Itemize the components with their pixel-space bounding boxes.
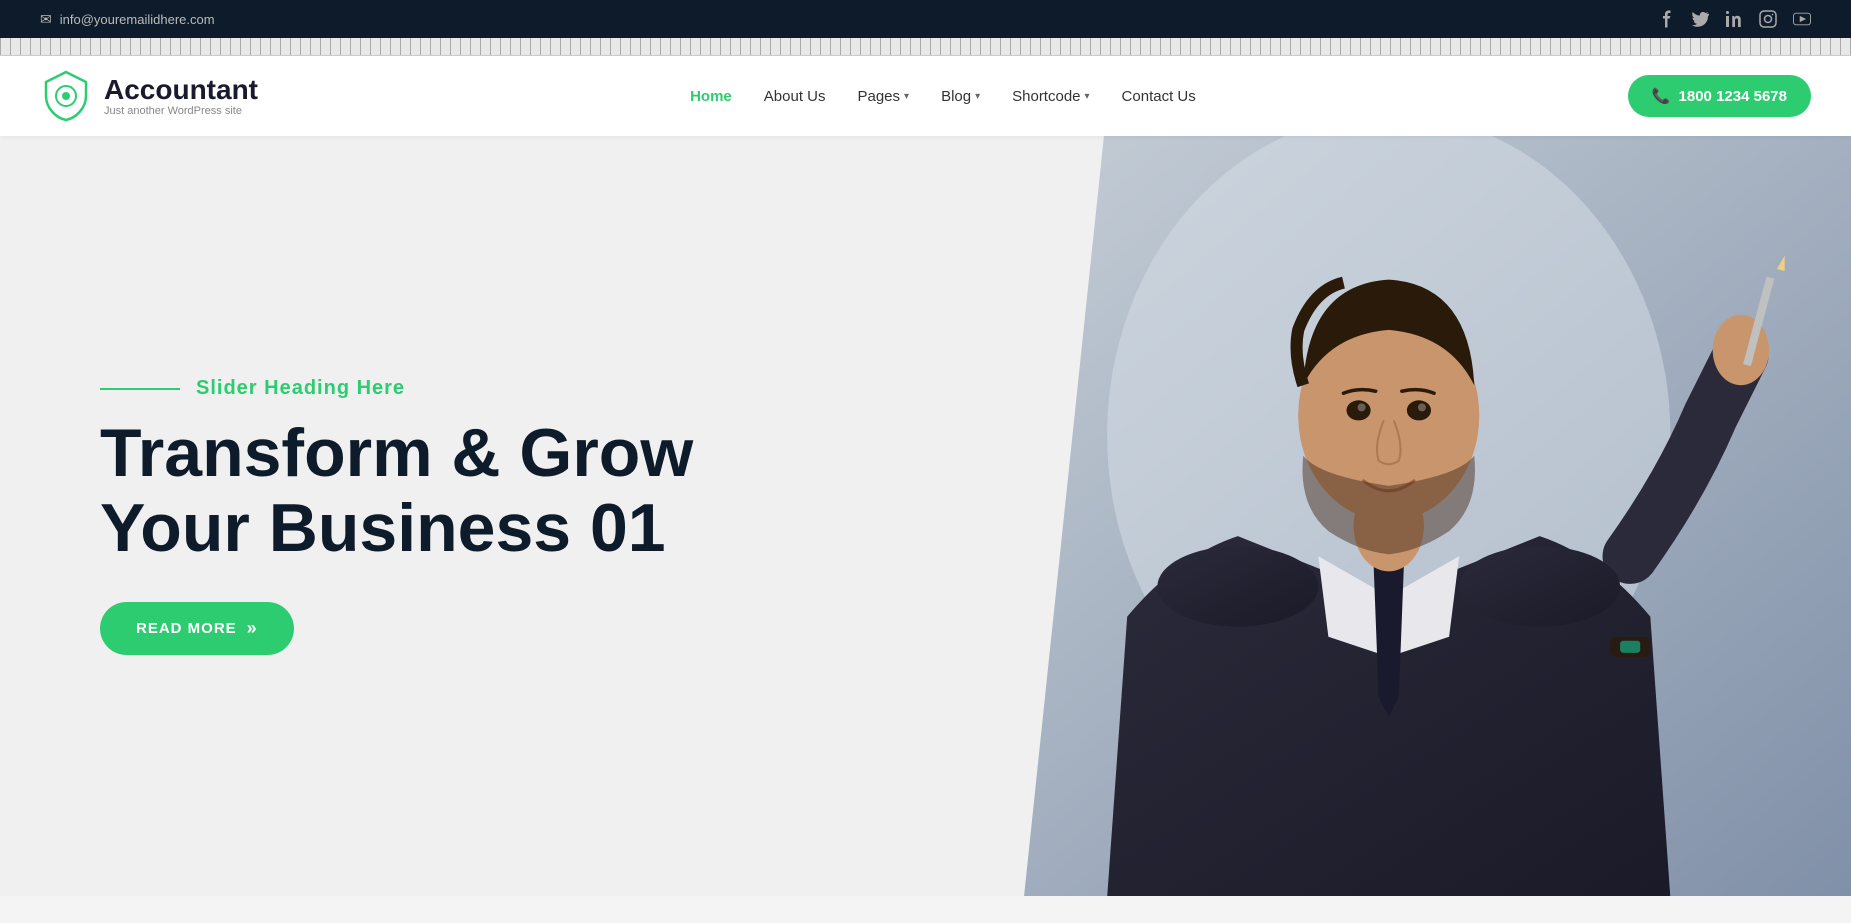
hero-right-image: [926, 136, 1851, 896]
nav-item-home[interactable]: Home: [690, 88, 732, 105]
slider-accent-line: [100, 388, 180, 390]
nav-item-shortcode[interactable]: Shortcode ▾: [1012, 88, 1089, 105]
main-nav: Home About Us Pages ▾ Blog ▾ Shortcode ▾…: [690, 88, 1196, 105]
twitter-icon[interactable]: [1691, 10, 1709, 28]
hero-left: Slider Heading Here Transform & Grow You…: [0, 136, 926, 896]
nav-item-blog[interactable]: Blog ▾: [941, 88, 980, 105]
pages-chevron-icon: ▾: [904, 91, 909, 102]
shortcode-chevron-icon: ▾: [1085, 91, 1090, 102]
slider-heading: Slider Heading Here: [196, 377, 405, 400]
top-bar-email: ✉ info@youremailidhere.com: [40, 11, 215, 28]
nav-item-contact[interactable]: Contact Us: [1122, 88, 1196, 105]
top-bar: ✉ info@youremailidhere.com: [0, 0, 1851, 38]
hero-content: Slider Heading Here Transform & Grow You…: [100, 377, 866, 655]
logo-subtitle: Just another WordPress site: [104, 105, 258, 117]
phone-icon: 📞: [1652, 87, 1671, 105]
blog-chevron-icon: ▾: [975, 91, 980, 102]
nav-item-pages[interactable]: Pages ▾: [857, 88, 909, 105]
read-more-arrows-icon: »: [247, 618, 258, 639]
hero-title-line1: Transform & Grow: [100, 415, 693, 491]
read-more-button[interactable]: READ MORE »: [100, 602, 294, 655]
hero-section: Slider Heading Here Transform & Grow You…: [0, 136, 1851, 896]
nav-item-about[interactable]: About Us: [764, 88, 826, 105]
facebook-icon[interactable]: [1657, 10, 1675, 28]
phone-number: 1800 1234 5678: [1679, 88, 1787, 105]
logo-title: Accountant: [104, 75, 258, 106]
youtube-icon[interactable]: [1793, 10, 1811, 28]
social-icons: [1657, 10, 1811, 28]
logo[interactable]: Accountant Just another WordPress site: [40, 70, 258, 122]
logo-shield-icon: [40, 70, 92, 122]
hero-title-line2: Your Business 01: [100, 490, 666, 566]
header: Accountant Just another WordPress site H…: [0, 56, 1851, 136]
envelope-icon: ✉: [40, 11, 52, 28]
logo-text: Accountant Just another WordPress site: [104, 75, 258, 118]
slider-heading-line: Slider Heading Here: [100, 377, 866, 400]
linkedin-icon[interactable]: [1725, 10, 1743, 28]
hero-main-title: Transform & Grow Your Business 01: [100, 416, 866, 566]
phone-button[interactable]: 📞 1800 1234 5678: [1628, 75, 1811, 117]
ruler: [0, 38, 1851, 56]
instagram-icon[interactable]: [1759, 10, 1777, 28]
email-address: info@youremailidhere.com: [60, 12, 215, 27]
read-more-label: READ MORE: [136, 620, 237, 637]
